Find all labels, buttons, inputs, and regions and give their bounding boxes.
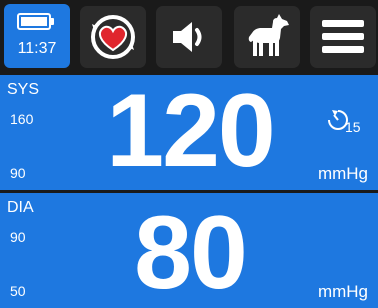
patient-type-button[interactable] [234,6,300,68]
battery-icon [17,13,51,30]
menu-button[interactable] [310,6,376,68]
speaker-icon [173,22,202,52]
clock: 11:37 [17,40,57,57]
battery-fill [21,17,47,26]
heart-cycle-button[interactable] [80,6,146,68]
diastolic-panel[interactable]: DIA 90 50 80 mmHg [0,193,378,308]
diastolic-limit-high: 90 [10,229,26,245]
diastolic-limit-low: 50 [10,283,26,299]
menu-icon [322,20,364,53]
top-bar: 11:37 [0,0,378,73]
diastolic-label: DIA [7,199,34,216]
systolic-label: SYS [7,81,40,98]
battery-nub [51,18,54,25]
dog-icon [248,14,289,56]
monitor-screen: 11:37 SYS 160 90 120 15 mmHg DIA 90 50 8… [0,0,378,308]
systolic-unit: mmHg [317,164,368,183]
diastolic-value: 80 [134,195,248,308]
interval-minutes: 15 [345,119,361,135]
sound-button[interactable] [156,6,222,68]
systolic-panel[interactable]: SYS 160 90 120 15 mmHg [0,75,378,190]
systolic-limit-high: 160 [10,111,34,127]
heart-cycle-icon [91,15,135,59]
status-tile: 11:37 [4,4,70,68]
systolic-value: 120 [106,73,276,189]
systolic-limit-low: 90 [10,165,26,181]
diastolic-unit: mmHg [317,282,368,301]
